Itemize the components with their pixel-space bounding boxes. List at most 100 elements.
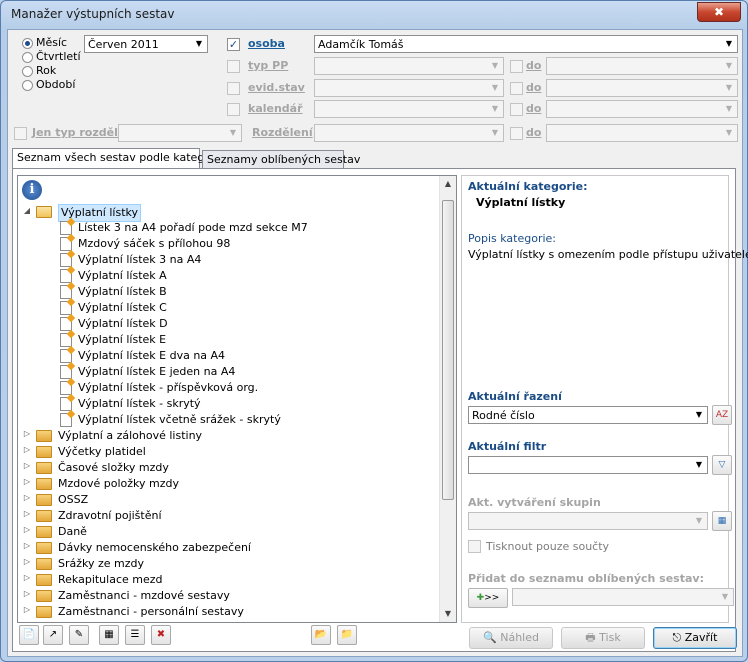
- tree-folder-item[interactable]: Daně: [58, 524, 87, 540]
- osoba-link[interactable]: osoba: [248, 37, 285, 50]
- expand-icon[interactable]: ▷: [22, 429, 32, 438]
- info-icon[interactable]: i: [22, 180, 42, 200]
- add-favorite-button[interactable]: ✚>>: [468, 588, 508, 608]
- expand-icon[interactable]: ▷: [22, 525, 32, 534]
- tree-report-item[interactable]: Výplatní lístek D: [78, 316, 168, 332]
- rozdeleni-to-select[interactable]: ▼: [546, 124, 738, 142]
- tree-folder-item[interactable]: Zaměstnanci - mzdové sestavy: [58, 588, 230, 604]
- sums-checkbox[interactable]: [468, 540, 481, 553]
- evid-stav-from-select[interactable]: ▼: [314, 79, 504, 97]
- radio-obdobi[interactable]: [22, 80, 33, 91]
- tree-report-item[interactable]: Výplatní lístek 3 na A4: [78, 252, 201, 268]
- folder-icon: [36, 526, 52, 538]
- close-window-button[interactable]: ✖: [697, 2, 741, 22]
- scroll-down-icon[interactable]: ▼: [440, 606, 456, 622]
- kalendar-link[interactable]: kalendář: [248, 102, 303, 115]
- evid-stav-link[interactable]: evid.stav: [248, 81, 305, 94]
- expand-icon[interactable]: ▷: [22, 477, 32, 486]
- groups-select[interactable]: ▼: [468, 512, 708, 530]
- scroll-up-icon[interactable]: ▲: [440, 176, 456, 192]
- tree-folder-item[interactable]: Mzdové položky mzdy: [58, 476, 179, 492]
- print-button[interactable]: 🖶 Tisk: [561, 627, 645, 649]
- typ-pp-to-select[interactable]: ▼: [546, 57, 738, 75]
- scroll-thumb[interactable]: [442, 200, 454, 500]
- new-report-button[interactable]: 📄: [19, 625, 39, 645]
- sort-az-button[interactable]: AZ: [712, 405, 732, 425]
- tree-folder-item[interactable]: Zdravotní pojištění: [58, 508, 162, 524]
- typ-pp-checkbox[interactable]: [227, 60, 240, 73]
- favorites-select[interactable]: ▼: [512, 588, 734, 606]
- tree-folder-item[interactable]: Výčetky platidel: [58, 444, 146, 460]
- expand-icon[interactable]: ▷: [22, 573, 32, 582]
- expand-icon[interactable]: ▷: [22, 589, 32, 598]
- jen-typ-select[interactable]: ▼: [118, 124, 242, 142]
- tree-folder-item[interactable]: Dávky nemocenského zabezpečení: [58, 540, 251, 556]
- folder-add-button[interactable]: 📁: [337, 625, 357, 645]
- kalendar-checkbox[interactable]: [227, 103, 240, 116]
- tab-favorites[interactable]: Seznamy oblíbených sestav: [202, 150, 360, 168]
- tree-scrollbar[interactable]: ▲ ▼: [439, 176, 456, 622]
- export-button[interactable]: ↗: [43, 625, 63, 645]
- osoba-checkbox[interactable]: ✓: [227, 38, 240, 51]
- tree-report-item[interactable]: Výplatní lístek - skrytý: [78, 396, 201, 412]
- expand-icon[interactable]: ▷: [22, 445, 32, 454]
- tree-report-item[interactable]: Výplatní lístek C: [78, 300, 167, 316]
- tree-folder-item[interactable]: Výplatní a zálohové listiny: [58, 428, 202, 444]
- desc-header: Popis kategorie:: [468, 232, 556, 245]
- osoba-select[interactable]: Adamčík Tomáš ▼: [314, 35, 738, 53]
- expand-icon[interactable]: ▷: [22, 557, 32, 566]
- jen-typ-checkbox[interactable]: [14, 127, 27, 140]
- expand-icon[interactable]: ▷: [22, 461, 32, 470]
- radio-ctvrtleti-label: Čtvrtletí: [36, 50, 81, 63]
- tree-folder-item[interactable]: Srážky ze mzdy: [58, 556, 144, 572]
- groups-button[interactable]: ▦: [712, 511, 732, 531]
- kalendar-to-select[interactable]: ▼: [546, 100, 738, 118]
- collapse-icon[interactable]: ◢: [22, 206, 32, 215]
- evid-stav-checkbox[interactable]: [227, 82, 240, 95]
- expand-icon[interactable]: ▷: [22, 541, 32, 550]
- filter-select[interactable]: ▼: [468, 456, 708, 474]
- preview-button[interactable]: 🔍 Náhled: [469, 627, 553, 649]
- properties-button[interactable]: ☰: [125, 625, 145, 645]
- radio-rok[interactable]: [22, 66, 33, 77]
- tree-report-item[interactable]: Výplatní lístek - příspěvková org.: [78, 380, 258, 396]
- typ-pp-from-select[interactable]: ▼: [314, 57, 504, 75]
- chevron-down-icon: ▼: [195, 39, 203, 48]
- kalendar-from-select[interactable]: ▼: [314, 100, 504, 118]
- filter-button[interactable]: ▽: [712, 455, 732, 475]
- rozdeleni-to-checkbox[interactable]: [510, 127, 523, 140]
- tree-report-item[interactable]: Výplatní lístek E dva na A4: [78, 348, 225, 364]
- expand-icon[interactable]: ▷: [22, 493, 32, 502]
- tree-report-item[interactable]: Výplatní lístek E jeden na A4: [78, 364, 235, 380]
- edit-report-button[interactable]: ✎: [69, 625, 89, 645]
- month-select[interactable]: Červen 2011 ▼: [84, 35, 208, 53]
- tree-report-item[interactable]: Lístek 3 na A4 pořadí pode mzd sekce M7: [78, 220, 308, 236]
- radio-ctvrtleti[interactable]: [22, 52, 33, 63]
- sort-select[interactable]: Rodné číslo ▼: [468, 406, 708, 424]
- evid-stav-to-select[interactable]: ▼: [546, 79, 738, 97]
- typ-pp-link[interactable]: typ PP: [248, 59, 288, 72]
- expand-icon[interactable]: ▷: [22, 605, 32, 614]
- folder-icon: [36, 558, 52, 570]
- tab-all-reports[interactable]: Seznam všech sestav podle kategorií: [12, 148, 222, 168]
- rozdeleni-from-select[interactable]: ▼: [314, 124, 504, 142]
- tree-folder-item[interactable]: Časové složky mzdy: [58, 460, 169, 476]
- open-folder-button[interactable]: 📂: [311, 625, 331, 645]
- designer-button[interactable]: ▦: [99, 625, 119, 645]
- tree-folder-item[interactable]: Rekapitulace mezd: [58, 572, 163, 588]
- close-button[interactable]: ⎋ Zavřít: [653, 627, 737, 649]
- tree-report-item[interactable]: Výplatní lístek E: [78, 332, 166, 348]
- tree-report-item[interactable]: Výplatní lístek A: [78, 268, 167, 284]
- folder-open-icon: 📂: [314, 629, 328, 640]
- kalendar-to-checkbox[interactable]: [510, 103, 523, 116]
- tree-folder-item[interactable]: Zaměstnanci - personální sestavy: [58, 604, 244, 620]
- tree-report-item[interactable]: Výplatní lístek B: [78, 284, 167, 300]
- typ-pp-to-checkbox[interactable]: [510, 60, 523, 73]
- tree-folder-item[interactable]: OSSZ: [58, 492, 88, 508]
- expand-icon[interactable]: ▷: [22, 509, 32, 518]
- delete-report-button[interactable]: ✖: [151, 625, 171, 645]
- evid-stav-to-checkbox[interactable]: [510, 82, 523, 95]
- tree-report-item[interactable]: Mzdový sáček s přílohou 98: [78, 236, 230, 252]
- tree-report-item[interactable]: Výplatní lístek včetně srážek - skrytý: [78, 412, 281, 428]
- radio-mesic[interactable]: [22, 38, 33, 49]
